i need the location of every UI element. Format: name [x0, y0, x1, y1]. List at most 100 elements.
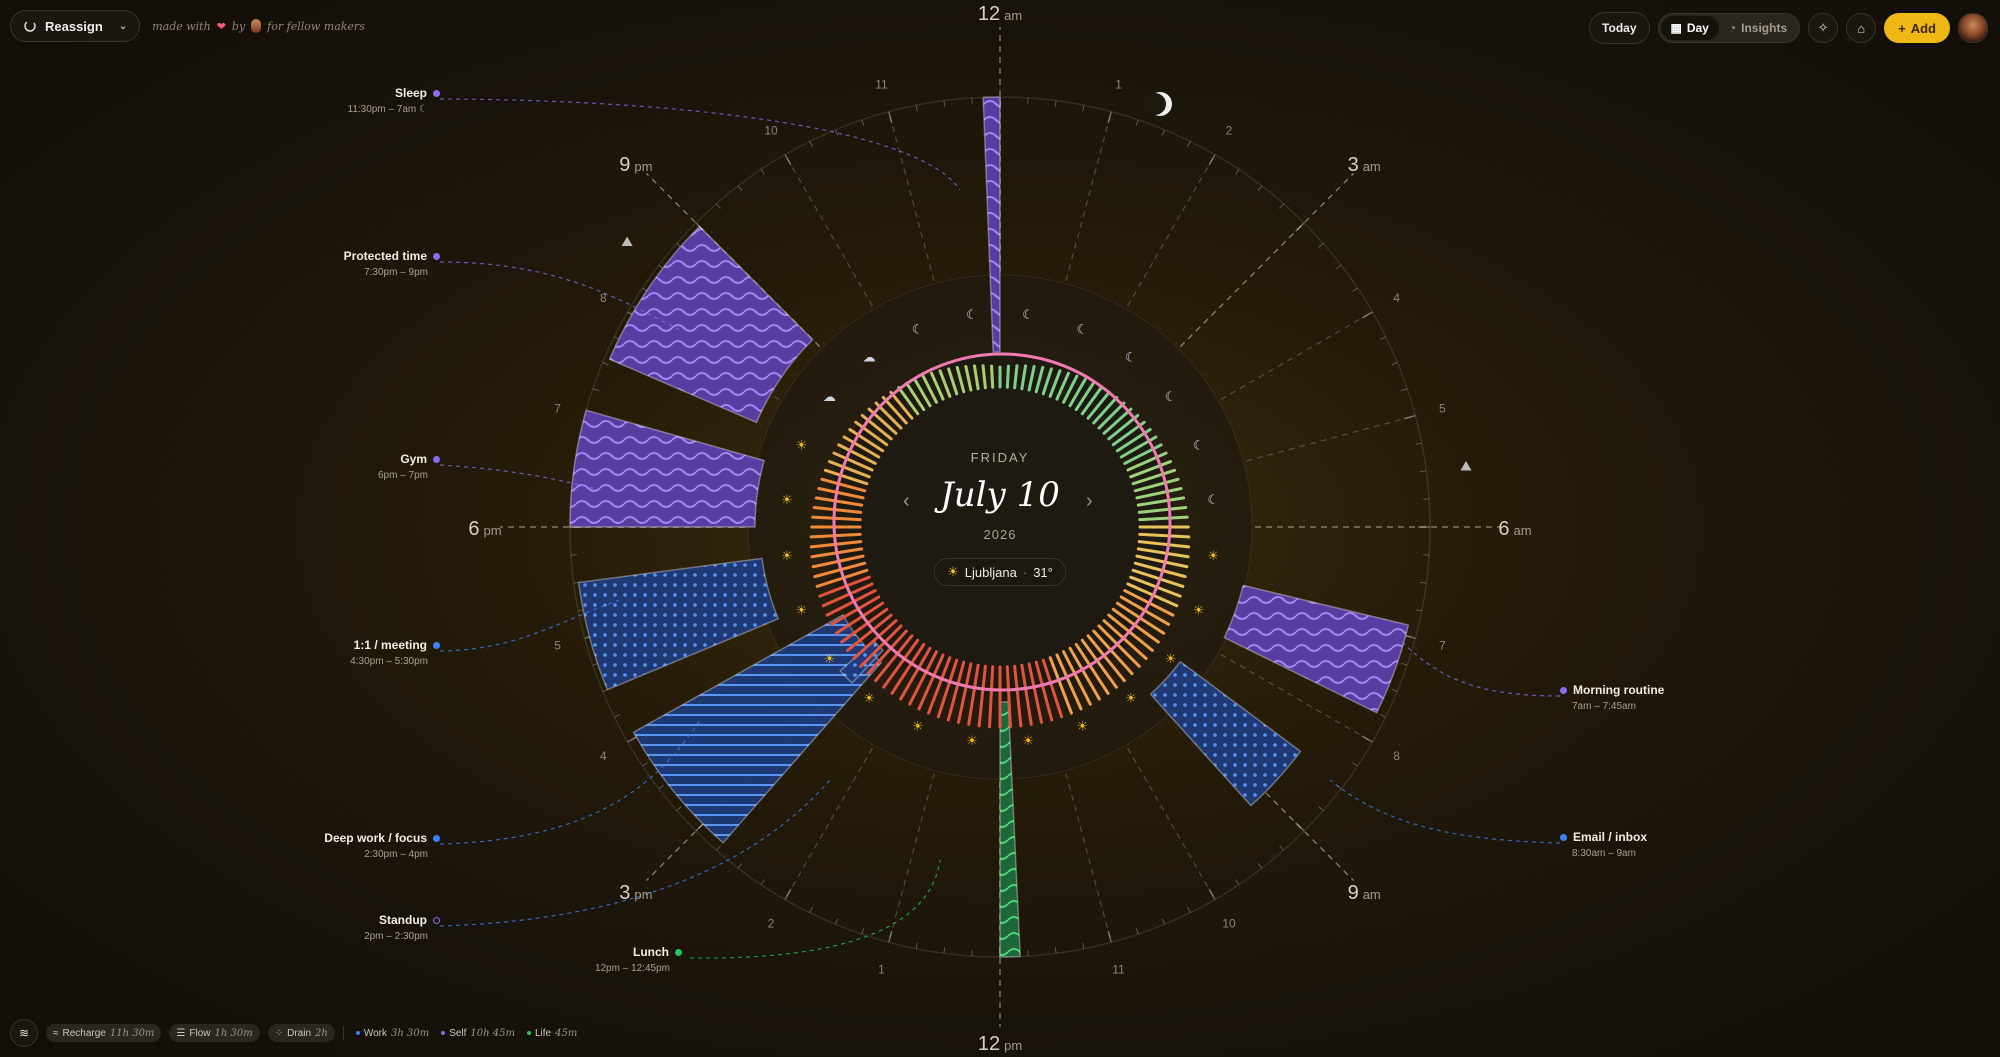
hour-label-major: 12 pm	[978, 1033, 1022, 1055]
hour-spoke	[1126, 747, 1216, 900]
hour-label-major: 9 pm	[619, 154, 652, 176]
event-label-protected-time[interactable]: Protected time 7:30pm – 9pm	[344, 249, 440, 278]
clock-tick	[1415, 442, 1422, 445]
hour-label-minor: 11	[1112, 962, 1125, 976]
clock-tick	[1352, 287, 1358, 292]
clock-tick	[1380, 336, 1386, 340]
next-day-button[interactable]: ›	[1086, 490, 1093, 513]
clock-tick	[760, 169, 765, 175]
year: 2026	[983, 527, 1017, 542]
city-name: Ljubljana	[964, 564, 1017, 580]
weather-icon: ☀	[966, 733, 978, 748]
hour-spoke	[888, 773, 935, 943]
event-label-gym[interactable]: Gym 6pm – 7pm	[378, 452, 440, 481]
date-panel: FRIDAY July 10 2026 ☀ Ljubljana · 31°	[900, 450, 1100, 610]
event-label-sleep[interactable]: Sleep 11:30pm – 7am ☾	[348, 86, 440, 115]
weather-icon: ☾	[912, 321, 924, 336]
hour-label-minor: 5	[554, 639, 561, 653]
event-block-morning	[1223, 584, 1410, 714]
leader-line	[689, 859, 941, 959]
event-dot	[675, 948, 682, 956]
event-dot	[1560, 686, 1567, 694]
legend-dot	[526, 1031, 531, 1035]
event-label-email[interactable]: Email / inbox 8:30am – 9am	[1560, 830, 1647, 859]
clock-tick	[1391, 362, 1398, 366]
layers-button[interactable]: ≋	[10, 1019, 38, 1047]
clock-tick	[1187, 141, 1191, 147]
drain-chip[interactable]: ⁘ Drain 2h	[267, 1024, 335, 1042]
bottom-bar: ≋ ≈ Recharge 11h 30m ☰ Flow 1h 30m ⁘ Drain 2h …	[10, 1019, 577, 1047]
weather-icon: ☀	[1165, 651, 1177, 666]
clock-tick	[943, 947, 946, 954]
leader-line	[439, 98, 961, 191]
clock-tick	[1082, 942, 1085, 949]
clock-tick	[602, 362, 609, 366]
event-label-morning-routine[interactable]: Morning routine 7am – 7:45am	[1560, 683, 1664, 712]
hour-label-major: 6 am	[1498, 518, 1531, 540]
hour-label-minor: 5	[1439, 401, 1446, 415]
weekday: FRIDAY	[970, 450, 1030, 465]
event-dot	[433, 834, 440, 842]
weather-icon: ☀	[781, 492, 793, 507]
weather-icon: ☀	[1125, 691, 1137, 706]
legend-self: Self 10h 45m	[441, 1028, 515, 1039]
clock-tick	[614, 714, 620, 718]
weather-chip[interactable]: ☀ Ljubljana · 31°	[934, 558, 1066, 586]
hour-spoke	[1065, 773, 1112, 943]
clock-tick	[1420, 581, 1427, 584]
clock-tick	[835, 129, 839, 136]
divider	[342, 1026, 344, 1040]
hour-label-minor: 1	[878, 962, 885, 976]
layers-icon: ≋	[18, 1026, 30, 1040]
event-label-deep-work[interactable]: Deep work / focus 2:30pm – 4pm	[324, 831, 440, 860]
clock-tick	[1352, 762, 1358, 767]
hour-label-minor: 2	[1226, 123, 1233, 137]
clock-tick	[642, 762, 648, 767]
clock-tick	[1235, 169, 1240, 175]
event-label-standup[interactable]: Standup 2pm – 2:30pm	[364, 913, 440, 942]
clock-tick	[1279, 203, 1284, 209]
hour-label-minor: 8	[1393, 749, 1400, 763]
event-label-lunch[interactable]: Lunch 12pm – 12:45pm	[595, 945, 682, 974]
hour-spoke	[1246, 415, 1416, 462]
recharge-chip[interactable]: ≈ Recharge 11h 30m	[46, 1024, 162, 1042]
clock-tick	[915, 105, 918, 112]
event-label-meeting[interactable]: 1:1 / meeting 4:30pm – 5:30pm	[350, 638, 440, 667]
weather-icon: ☁	[863, 349, 876, 364]
hour-label-minor: 7	[1439, 639, 1446, 653]
clock-tick	[1135, 928, 1139, 935]
weather-icon: ☀	[1207, 548, 1219, 563]
weather-icon: ☾	[1207, 492, 1219, 507]
hour-spoke	[1220, 311, 1373, 401]
moon-icon: ☾	[419, 104, 428, 115]
flow-chip[interactable]: ☰ Flow 1h 30m	[169, 1024, 260, 1042]
lines-icon: ☰	[176, 1027, 186, 1039]
hour-spoke	[1179, 173, 1354, 348]
clock-tick	[1318, 806, 1324, 811]
hour-label-minor: 2	[768, 917, 775, 931]
leader-line	[439, 779, 831, 927]
hour-spoke	[784, 154, 874, 307]
weather-icon: ☀	[863, 691, 875, 706]
sunset-icon: ⛰	[621, 233, 633, 249]
clock-tick	[1054, 947, 1057, 954]
event-dot	[433, 89, 440, 97]
wave-icon: ≈	[53, 1027, 59, 1039]
hour-spoke	[1126, 154, 1216, 307]
hour-spoke	[888, 111, 935, 281]
legend-work: Work 3h 30m	[355, 1028, 429, 1039]
clock-tick	[1380, 714, 1386, 718]
weather-icon: ☀	[796, 602, 808, 617]
hour-label-major: 3 am	[1348, 154, 1381, 176]
hour-label-minor: 11	[875, 78, 888, 92]
weather-icon: ☾	[1022, 307, 1034, 322]
clock-tick	[835, 918, 839, 925]
weather-icon: ☀	[824, 651, 836, 666]
legend-dot	[355, 1031, 360, 1035]
weather-icon: ☾	[966, 307, 978, 322]
clock-tick	[915, 942, 918, 949]
prev-day-button[interactable]: ‹	[903, 490, 910, 513]
legend-dot	[441, 1031, 446, 1035]
event-dot	[433, 641, 440, 649]
hour-label-minor: 7	[554, 401, 561, 415]
